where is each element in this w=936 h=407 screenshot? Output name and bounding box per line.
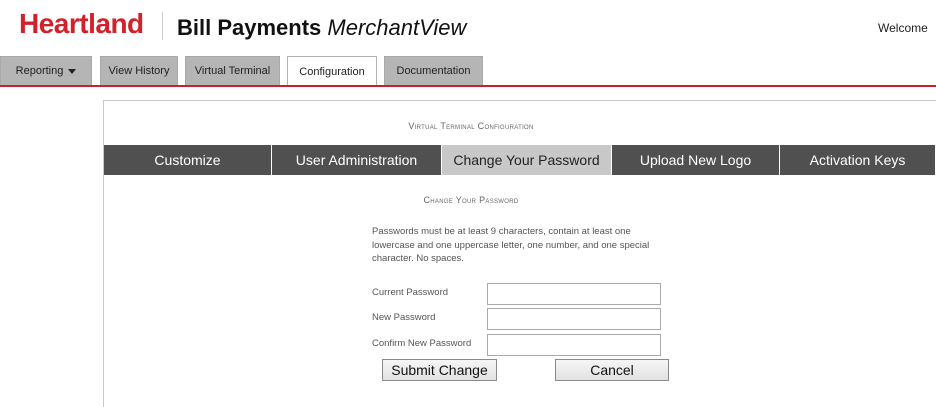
tab-view-history[interactable]: View History [100, 56, 178, 85]
subtab-user-administration[interactable]: User Administration [272, 145, 442, 175]
product-name: Bill Payments MerchantView [177, 15, 466, 41]
heartland-logo[interactable]: Heartland [19, 8, 144, 40]
panel-title: Virtual Terminal Configuration [408, 121, 534, 131]
product-name-italic: MerchantView [327, 15, 467, 40]
tab-view-history-label: View History [108, 65, 170, 77]
tab-reporting[interactable]: Reporting [0, 56, 92, 85]
subtab-change-password[interactable]: Change Your Password [442, 145, 612, 175]
confirm-password-label: Confirm New Password [372, 338, 472, 349]
confirm-password-input[interactable] [487, 334, 661, 356]
tab-configuration-label: Configuration [299, 66, 365, 78]
submit-change-button[interactable]: Submit Change [382, 359, 497, 381]
config-subtabs: Customize User Administration Change You… [104, 145, 936, 175]
caret-down-icon [68, 68, 77, 74]
tab-documentation[interactable]: Documentation [384, 56, 483, 85]
current-password-label: Current Password [372, 287, 449, 298]
new-password-input[interactable] [487, 308, 661, 330]
tab-virtual-terminal-label: Virtual Terminal [194, 65, 271, 77]
tab-configuration[interactable]: Configuration [287, 56, 377, 87]
password-requirements: Passwords must be at least 9 characters,… [372, 226, 650, 264]
app-header: Heartland Bill Payments MerchantView Wel… [0, 0, 936, 52]
section-title: Change Your Password [423, 195, 519, 205]
welcome-text: Welcome [878, 21, 928, 35]
cancel-button[interactable]: Cancel [555, 359, 669, 381]
tab-documentation-label: Documentation [396, 65, 471, 77]
subtab-customize[interactable]: Customize [104, 145, 272, 175]
tab-reporting-label: Reporting [15, 65, 64, 77]
nav-underline [0, 85, 936, 87]
subtab-activation-keys[interactable]: Activation Keys [780, 145, 936, 175]
new-password-label: New Password [372, 312, 436, 323]
tab-virtual-terminal[interactable]: Virtual Terminal [185, 56, 280, 85]
current-password-input[interactable] [487, 283, 661, 305]
logo-divider [162, 12, 163, 40]
subtab-upload-logo[interactable]: Upload New Logo [612, 145, 780, 175]
product-name-bold: Bill Payments [177, 15, 322, 40]
main-nav: Reporting View History Virtual Terminal … [0, 56, 936, 87]
